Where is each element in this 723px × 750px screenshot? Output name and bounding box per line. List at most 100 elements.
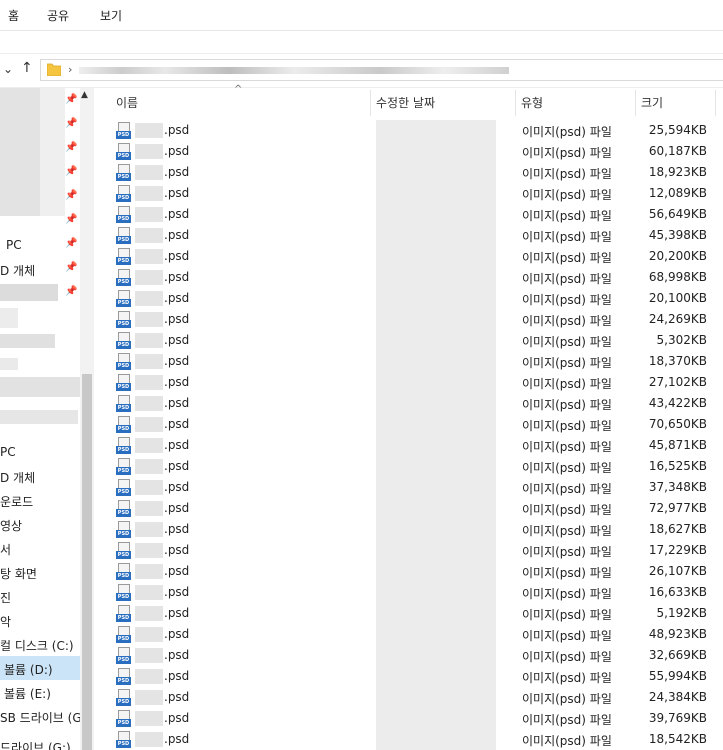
column-header-date-modified[interactable]: 수정한 날짜	[376, 94, 435, 122]
redacted-date-modified	[376, 414, 496, 435]
column-divider[interactable]	[635, 90, 636, 116]
file-row[interactable]: PSD .psd 이미지(psd) 파일 20,200KB	[94, 246, 723, 267]
tab-home[interactable]: 홈	[8, 7, 19, 24]
column-header-name[interactable]: 이름	[116, 94, 138, 122]
file-extension: .psd	[164, 228, 190, 242]
scroll-up-arrow-icon[interactable]: ▲	[81, 90, 88, 100]
sidebar-item-this-pc[interactable]: PC	[0, 445, 16, 459]
sidebar-item-downloads[interactable]: 운로드	[0, 493, 33, 510]
redacted-date-modified	[376, 351, 496, 372]
file-row[interactable]: PSD .psd 이미지(psd) 파일 27,102KB	[94, 372, 723, 393]
psd-file-icon: PSD	[116, 479, 132, 496]
psd-file-icon: PSD	[116, 290, 132, 307]
redacted-file-name	[135, 543, 163, 558]
redacted-file-name	[135, 186, 163, 201]
file-row[interactable]: PSD .psd 이미지(psd) 파일 17,229KB	[94, 540, 723, 561]
sidebar-item-documents[interactable]: 서	[0, 541, 11, 558]
redacted-file-name	[135, 375, 163, 390]
sidebar-item-local-disk-c[interactable]: 컬 디스크 (C:)	[0, 637, 74, 654]
column-header-size[interactable]: 크기	[641, 94, 663, 122]
file-type: 이미지(psd) 파일	[522, 629, 612, 643]
redacted-file-name	[135, 522, 163, 537]
file-row[interactable]: PSD .psd 이미지(psd) 파일 43,422KB	[94, 393, 723, 414]
pin-icon: 📌	[65, 166, 78, 177]
file-row[interactable]: PSD .psd 이미지(psd) 파일 18,627KB	[94, 519, 723, 540]
file-row[interactable]: PSD .psd 이미지(psd) 파일 20,100KB	[94, 288, 723, 309]
sidebar-item-pc-pinned[interactable]: PC	[6, 238, 22, 252]
column-divider[interactable]	[370, 90, 371, 116]
file-row[interactable]: PSD .psd 이미지(psd) 파일 5,302KB	[94, 330, 723, 351]
redacted-date-modified	[376, 708, 496, 729]
scrollbar-thumb[interactable]	[82, 374, 92, 750]
file-type: 이미지(psd) 파일	[522, 608, 612, 622]
tab-share[interactable]: 공유	[47, 7, 69, 24]
redacted-date-modified	[376, 309, 496, 330]
sidebar-item-pictures[interactable]: 진	[0, 589, 11, 606]
file-size: 70,650KB	[648, 417, 707, 431]
file-type: 이미지(psd) 파일	[522, 188, 612, 202]
column-divider[interactable]	[715, 90, 716, 116]
file-row[interactable]: PSD .psd 이미지(psd) 파일 48,923KB	[94, 624, 723, 645]
redacted-item	[0, 334, 55, 348]
pin-icon: 📌	[65, 286, 78, 297]
file-extension: .psd	[164, 312, 190, 326]
file-row[interactable]: PSD .psd 이미지(psd) 파일 70,650KB	[94, 414, 723, 435]
psd-file-icon: PSD	[116, 269, 132, 286]
sidebar-item-music[interactable]: 악	[0, 613, 11, 630]
sidebar-item-usb-drive-g[interactable]: SB 드라이브 (G	[0, 709, 80, 726]
psd-file-icon: PSD	[116, 143, 132, 160]
file-extension: .psd	[164, 501, 190, 515]
file-row[interactable]: PSD .psd 이미지(psd) 파일 26,107KB	[94, 561, 723, 582]
file-row[interactable]: PSD .psd 이미지(psd) 파일 25,594KB	[94, 120, 723, 141]
sidebar-item-drive-g[interactable]: 드라이브 (G:)	[0, 739, 71, 750]
file-row[interactable]: PSD .psd 이미지(psd) 파일 39,769KB	[94, 708, 723, 729]
recent-locations-chevron-icon[interactable]: ⌄	[3, 62, 13, 76]
psd-file-icon: PSD	[116, 647, 132, 664]
file-type: 이미지(psd) 파일	[522, 125, 612, 139]
ribbon-tabs: 홈 공유 보기	[0, 0, 723, 31]
file-row[interactable]: PSD .psd 이미지(psd) 파일 16,525KB	[94, 456, 723, 477]
tab-view[interactable]: 보기	[100, 7, 122, 24]
file-extension: .psd	[164, 417, 190, 431]
sidebar-item-volume-e[interactable]: 볼륨 (E:)	[4, 685, 51, 702]
sidebar-scrollbar[interactable]: ▲	[80, 88, 94, 750]
file-row[interactable]: PSD .psd 이미지(psd) 파일 16,633KB	[94, 582, 723, 603]
file-row[interactable]: PSD .psd 이미지(psd) 파일 55,994KB	[94, 666, 723, 687]
file-size: 45,871KB	[648, 438, 707, 452]
address-bar[interactable]: ›	[40, 59, 723, 81]
file-row[interactable]: PSD .psd 이미지(psd) 파일 18,370KB	[94, 351, 723, 372]
column-divider[interactable]	[515, 90, 516, 116]
file-row[interactable]: PSD .psd 이미지(psd) 파일 60,187KB	[94, 141, 723, 162]
up-arrow-icon[interactable]: ↑	[21, 60, 33, 76]
redacted-item	[0, 284, 58, 301]
file-row[interactable]: PSD .psd 이미지(psd) 파일 32,669KB	[94, 645, 723, 666]
file-type: 이미지(psd) 파일	[522, 167, 612, 181]
file-row[interactable]: PSD .psd 이미지(psd) 파일 24,384KB	[94, 687, 723, 708]
file-row[interactable]: PSD .psd 이미지(psd) 파일 72,977KB	[94, 498, 723, 519]
file-size: 24,269KB	[648, 312, 707, 326]
file-row[interactable]: PSD .psd 이미지(psd) 파일 24,269KB	[94, 309, 723, 330]
file-row[interactable]: PSD .psd 이미지(psd) 파일 18,923KB	[94, 162, 723, 183]
file-extension: .psd	[164, 627, 190, 641]
file-row[interactable]: PSD .psd 이미지(psd) 파일 18,542KB	[94, 729, 723, 750]
sidebar-item-3d-objects[interactable]: D 개체	[0, 469, 35, 486]
file-extension: .psd	[164, 459, 190, 473]
column-header-type[interactable]: 유형	[521, 94, 543, 122]
sidebar-item-volume-d[interactable]: 볼륨 (D:)	[4, 661, 53, 678]
file-row[interactable]: PSD .psd 이미지(psd) 파일 37,348KB	[94, 477, 723, 498]
file-row[interactable]: PSD .psd 이미지(psd) 파일 5,192KB	[94, 603, 723, 624]
redacted-date-modified	[376, 435, 496, 456]
redacted-file-name	[135, 732, 163, 747]
file-row[interactable]: PSD .psd 이미지(psd) 파일 45,871KB	[94, 435, 723, 456]
file-row[interactable]: PSD .psd 이미지(psd) 파일 45,398KB	[94, 225, 723, 246]
file-type: 이미지(psd) 파일	[522, 734, 612, 748]
file-row[interactable]: PSD .psd 이미지(psd) 파일 68,998KB	[94, 267, 723, 288]
redacted-file-name	[135, 228, 163, 243]
file-row[interactable]: PSD .psd 이미지(psd) 파일 12,089KB	[94, 183, 723, 204]
sidebar-item-3d-objects-pinned[interactable]: D 개체	[0, 262, 35, 279]
redacted-file-name	[135, 354, 163, 369]
sidebar-item-videos[interactable]: 영상	[0, 517, 22, 534]
file-extension: .psd	[164, 564, 190, 578]
sidebar-item-desktop[interactable]: 탕 화면	[0, 565, 37, 582]
file-row[interactable]: PSD .psd 이미지(psd) 파일 56,649KB	[94, 204, 723, 225]
